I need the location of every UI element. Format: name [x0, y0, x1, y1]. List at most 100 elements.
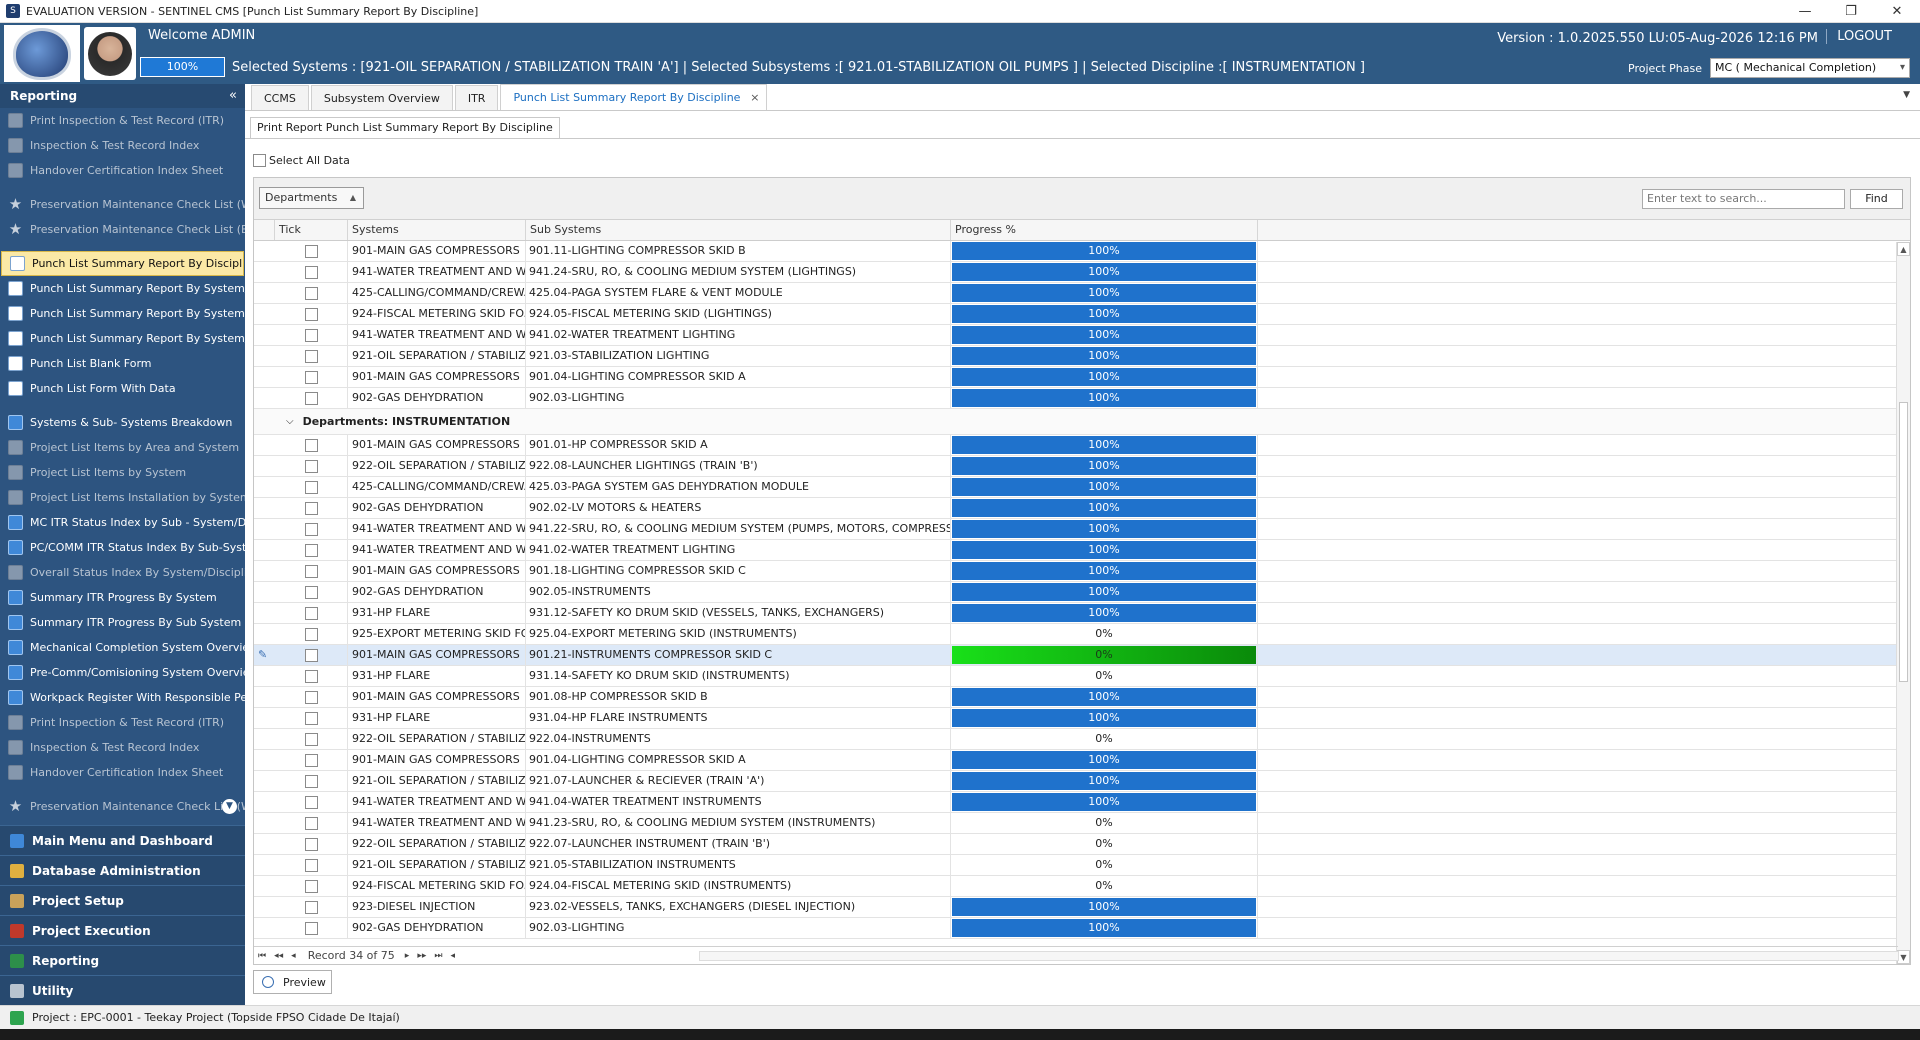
scroll-up-icon[interactable]: ▲	[1897, 242, 1910, 256]
table-row[interactable]: 941-WATER TREATMENT AND W... 941.02-WATER…	[254, 325, 1910, 346]
sidebar-item[interactable]: Punch List Summary Report By System	[0, 301, 245, 326]
table-row[interactable]: 925-EXPORT METERING SKID FO... 925.04-EXP…	[254, 624, 1910, 645]
next-page-icon[interactable]: ▸▸	[417, 951, 426, 961]
row-checkbox[interactable]	[304, 606, 318, 620]
last-record-icon[interactable]: ⏭	[434, 951, 442, 961]
sidebar-item[interactable]: Punch List Blank Form	[0, 351, 245, 376]
row-checkbox[interactable]	[304, 690, 318, 704]
scroll-left-icon[interactable]: ◂	[450, 951, 455, 961]
report-subtab[interactable]: Print Report Punch List Summary Report B…	[250, 117, 560, 138]
table-row[interactable]: 941-WATER TREATMENT AND W... 941.04-WATER…	[254, 792, 1910, 813]
sidebar-item[interactable]: Workpack Register With Responsible Per..…	[0, 685, 245, 710]
table-row[interactable]: 922-OIL SEPARATION / STABILIZ... 922.04-I…	[254, 729, 1910, 750]
table-row[interactable]: 931-HP FLARE 931.04-HP FLARE INSTRUMENTS 1…	[254, 708, 1910, 729]
table-row[interactable]: 922-OIL SEPARATION / STABILIZ... 922.08-L…	[254, 456, 1910, 477]
table-row[interactable]: 902-GAS DEHYDRATION 902.03-LIGHTING 100%	[254, 918, 1910, 939]
select-all[interactable]: Select All Data	[253, 154, 350, 167]
row-checkbox[interactable]	[304, 370, 318, 384]
sidebar-item[interactable]: Punch List Summary Report By System/S...	[0, 276, 245, 301]
table-row[interactable]: 941-WATER TREATMENT AND W... 941.22-SRU, …	[254, 519, 1910, 540]
table-row[interactable]: 901-MAIN GAS COMPRESSORS 901.11-LIGHTING …	[254, 241, 1910, 262]
sidebar-item[interactable]: Print Inspection & Test Record (ITR)	[0, 710, 245, 735]
table-row[interactable]: 941-WATER TREATMENT AND W... 941.24-SRU, …	[254, 262, 1910, 283]
sidebar-item[interactable]: Systems & Sub- Systems Breakdown	[0, 410, 245, 435]
col-systems[interactable]: Systems	[348, 220, 526, 240]
table-row[interactable]: 902-GAS DEHYDRATION 902.03-LIGHTING 100%	[254, 388, 1910, 409]
sidebar-item[interactable]: Punch List Summary Report By System/S...	[0, 326, 245, 351]
tab[interactable]: Punch List Summary Report By Discipline ×	[500, 84, 768, 110]
row-checkbox[interactable]	[304, 879, 318, 893]
row-checkbox[interactable]	[304, 711, 318, 725]
table-row[interactable]: 923-DIESEL INJECTION 923.02-VESSELS, TANK…	[254, 897, 1910, 918]
sidebar-item[interactable]: Pre-Comm/Comisioning System Overview	[0, 660, 245, 685]
row-checkbox[interactable]	[304, 286, 318, 300]
row-checkbox[interactable]	[304, 543, 318, 557]
table-row[interactable]: 921-OIL SEPARATION / STABILIZ... 921.03-S…	[254, 346, 1910, 367]
avatar[interactable]	[84, 27, 136, 80]
table-row[interactable]: 941-WATER TREATMENT AND W... 941.23-SRU, …	[254, 813, 1910, 834]
row-checkbox[interactable]	[304, 391, 318, 405]
row-checkbox[interactable]	[304, 858, 318, 872]
col-tick[interactable]: Tick	[275, 220, 348, 240]
select-all-checkbox[interactable]	[253, 154, 266, 167]
row-checkbox[interactable]	[304, 900, 318, 914]
table-row[interactable]: 931-HP FLARE 931.12-SAFETY KO DRUM SKID (…	[254, 603, 1910, 624]
tab[interactable]: Subsystem Overview	[310, 85, 453, 110]
table-row[interactable]: 924-FISCAL METERING SKID FO... 924.05-FIS…	[254, 304, 1910, 325]
project-phase-select[interactable]: MC ( Mechanical Completion)	[1710, 58, 1910, 78]
minimize-icon[interactable]: —	[1782, 0, 1828, 23]
table-row[interactable]: 901-MAIN GAS COMPRESSORS 901.04-LIGHTING …	[254, 367, 1910, 388]
sidebar-item[interactable]: ★ Preservation Maintenance Check List (Wi…	[0, 794, 245, 819]
table-row[interactable]: 921-OIL SEPARATION / STABILIZ... 921.05-S…	[254, 855, 1910, 876]
row-checkbox[interactable]	[304, 328, 318, 342]
sidebar-item[interactable]: Project List Items by System	[0, 460, 245, 485]
sidebar-item[interactable]: MC ITR Status Index by Sub - System/Di..…	[0, 510, 245, 535]
row-checkbox[interactable]	[304, 265, 318, 279]
table-row[interactable]: 425-CALLING/COMMAND/CREW... 425.03-PAGA S…	[254, 477, 1910, 498]
row-checkbox[interactable]	[304, 522, 318, 536]
sidebar-item[interactable]: Punch List Summary Report By Discipline	[1, 251, 244, 276]
collapse-icon[interactable]: «	[229, 84, 237, 108]
next-record-icon[interactable]: ▸	[405, 951, 410, 961]
nav-group[interactable]: Main Menu and Dashboard	[0, 825, 245, 855]
row-checkbox[interactable]	[304, 244, 318, 258]
sidebar-item[interactable]: Inspection & Test Record Index	[0, 735, 245, 760]
vertical-scrollbar[interactable]: ▲ ▼	[1896, 242, 1910, 964]
row-checkbox[interactable]	[304, 753, 318, 767]
nav-group[interactable]: Project Execution	[0, 915, 245, 945]
find-button[interactable]: Find	[1850, 189, 1903, 209]
expand-more-icon[interactable]: ▼	[222, 799, 237, 814]
sidebar-item[interactable]: Handover Certification Index Sheet	[0, 760, 245, 785]
nav-group[interactable]: Project Setup	[0, 885, 245, 915]
row-checkbox[interactable]	[304, 648, 318, 662]
row-checkbox[interactable]	[304, 438, 318, 452]
sidebar-item[interactable]: Inspection & Test Record Index	[0, 133, 245, 158]
sidebar-item[interactable]: PC/COMM ITR Status Index By Sub-Syst...	[0, 535, 245, 560]
row-checkbox[interactable]	[304, 774, 318, 788]
col-subsystems[interactable]: Sub Systems	[526, 220, 951, 240]
table-row[interactable]: 901-MAIN GAS COMPRESSORS 901.01-HP COMPRE…	[254, 435, 1910, 456]
table-row[interactable]: 902-GAS DEHYDRATION 902.05-INSTRUMENTS 100…	[254, 582, 1910, 603]
sidebar-item[interactable]: Summary ITR Progress By Sub System	[0, 610, 245, 635]
row-checkbox[interactable]	[304, 732, 318, 746]
chevron-down-icon[interactable]: ⌵	[286, 416, 294, 427]
row-checkbox[interactable]	[304, 627, 318, 641]
logout-button[interactable]: LOGOUT	[1826, 29, 1892, 44]
close-icon[interactable]: ✕	[1874, 0, 1920, 23]
first-record-icon[interactable]: ⏮	[258, 951, 266, 961]
row-checkbox[interactable]	[304, 501, 318, 515]
table-row[interactable]: 902-GAS DEHYDRATION 902.02-LV MOTORS & HE…	[254, 498, 1910, 519]
tab[interactable]: CCMS	[251, 85, 309, 110]
restore-icon[interactable]: ❐	[1828, 0, 1874, 23]
sidebar-item[interactable]: Mechanical Completion System Overview	[0, 635, 245, 660]
sidebar-item[interactable]: Summary ITR Progress By System	[0, 585, 245, 610]
nav-group[interactable]: Database Administration	[0, 855, 245, 885]
nav-group[interactable]: Utility	[0, 975, 245, 1005]
sidebar-item[interactable]: Project List Items Installation by Syste…	[0, 485, 245, 510]
row-checkbox[interactable]	[304, 564, 318, 578]
table-row[interactable]: 901-MAIN GAS COMPRESSORS 901.18-LIGHTING …	[254, 561, 1910, 582]
table-row[interactable]: 901-MAIN GAS COMPRESSORS 901.04-LIGHTING …	[254, 750, 1910, 771]
table-row[interactable]: 425-CALLING/COMMAND/CREW... 425.04-PAGA S…	[254, 283, 1910, 304]
tab-close-icon[interactable]: ×	[750, 85, 759, 110]
table-row[interactable]: 901-MAIN GAS COMPRESSORS 901.08-HP COMPRE…	[254, 687, 1910, 708]
